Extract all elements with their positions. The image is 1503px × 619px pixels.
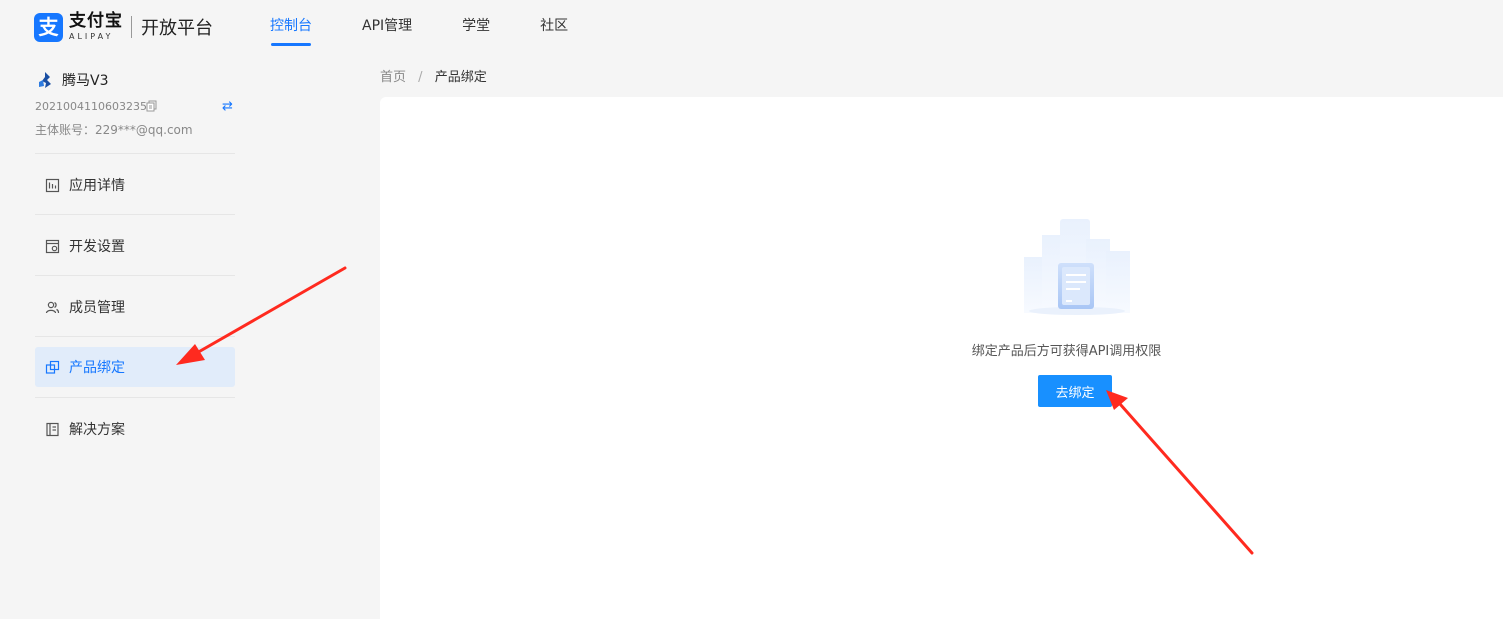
app-name: 腾马V3 [62,73,109,89]
book-icon [46,422,59,436]
sidebar-item-label: 开发设置 [69,239,125,255]
logo-text: 支付宝 ALIPAY [69,13,123,41]
platform-title: 开放平台 [141,18,213,39]
bind-icon [45,360,60,374]
nav-academy[interactable]: 学堂 [462,0,490,54]
master-account: 主体账号：229***@qq.com [35,123,193,137]
sidebar-item-solutions[interactable]: 解决方案 [35,409,235,449]
alipay-logo-icon: 支 [34,12,63,42]
sidebar-item-label: 成员管理 [69,300,125,316]
divider [35,336,235,337]
sidebar-item-product-binding[interactable]: 产品绑定 [35,347,235,387]
breadcrumb-home[interactable]: 首页 [380,70,406,85]
sidebar-item-dev-settings[interactable]: 开发设置 [35,226,235,266]
divider [35,397,235,398]
breadcrumb-separator: / [418,70,423,85]
sidebar: 腾马V3 2021004110603235 ⇄ 主体账号：229***@qq.c… [0,54,270,619]
sidebar-item-app-details[interactable]: 应用详情 [35,165,235,205]
switch-app-icon[interactable]: ⇄ [222,99,233,114]
divider [35,153,235,154]
sidebar-item-member-management[interactable]: 成员管理 [35,287,235,327]
breadcrumb: 首页 / 产品绑定 [380,66,487,85]
members-icon [45,301,60,313]
app-header: 腾马V3 [36,70,108,90]
logo-divider [131,16,132,38]
nav-console[interactable]: 控制台 [270,0,312,54]
chart-icon [45,178,60,192]
alipay-logo[interactable]: 支 支付宝 ALIPAY 开放平台 [34,12,213,42]
empty-document-icon [1024,219,1130,315]
sidebar-item-label: 产品绑定 [69,360,125,376]
sidebar-item-label: 应用详情 [69,178,125,194]
breadcrumb-current: 产品绑定 [434,70,487,85]
app-id: 2021004110603235 [35,100,147,113]
nav-api-management[interactable]: API管理 [362,0,412,54]
divider [35,275,235,276]
copy-icon[interactable] [146,100,158,112]
logo-name-en: ALIPAY [69,32,114,41]
app-logo-icon [39,72,51,88]
go-bind-button[interactable]: 去绑定 [1038,375,1112,407]
top-nav: 控制台 API管理 学堂 社区 [270,0,618,54]
sidebar-item-label: 解决方案 [69,422,125,438]
nav-community[interactable]: 社区 [540,0,568,54]
settings-icon [45,239,60,253]
top-bar: 支 支付宝 ALIPAY 开放平台 控制台 API管理 学堂 社区 [0,0,1503,54]
logo-name-cn: 支付宝 [69,11,123,31]
divider [35,214,235,215]
main-content: 绑定产品后方可获得API调用权限 去绑定 [380,97,1503,619]
empty-state-message: 绑定产品后方可获得API调用权限 [971,344,1162,359]
